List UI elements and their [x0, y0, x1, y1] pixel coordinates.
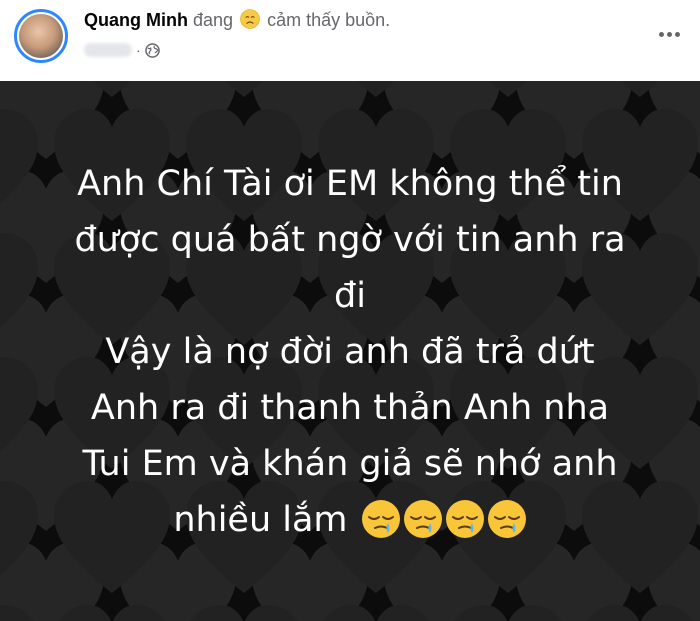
post-header: Quang Minh đang cảm thấy buồn. · — [0, 0, 700, 81]
post-line: nhiều lắm — [173, 500, 348, 540]
post-line: Anh ra đi thanh thản Anh nha — [90, 388, 610, 428]
post-text: Anh Chí Tài ơi EM không thể tin được quá… — [0, 156, 700, 548]
crying-sleepy-face-icon — [487, 500, 526, 538]
globe-icon[interactable] — [144, 42, 160, 58]
post-line: được quá bất ngờ với tin anh ra — [74, 220, 626, 260]
more-dot — [666, 31, 672, 37]
feeling-text[interactable]: cảm thấy buồn. — [267, 10, 390, 30]
meta-separator: · — [136, 42, 141, 58]
post-line: đi — [334, 276, 366, 316]
post-line: Vậy là nợ đời anh đã trả dứt — [105, 332, 595, 372]
feeling-prefix: đang — [193, 10, 234, 30]
author-name[interactable]: Quang Minh — [84, 10, 188, 30]
avatar-photo — [19, 14, 63, 58]
more-dot — [674, 31, 680, 37]
emoji-row — [359, 500, 527, 540]
post-background: Anh Chí Tài ơi EM không thể tin được quá… — [0, 81, 700, 621]
more-dot — [658, 31, 664, 37]
post-line: Tui Em và khán giả sẽ nhớ anh — [82, 444, 618, 484]
post-timestamp[interactable] — [84, 43, 132, 57]
sad-face-icon — [240, 9, 260, 29]
crying-sleepy-face-icon — [445, 500, 484, 538]
more-options-icon[interactable] — [654, 22, 684, 46]
crying-sleepy-face-icon — [361, 500, 400, 538]
post-meta: · — [84, 40, 160, 60]
post-line-last: nhiều lắm — [0, 492, 700, 548]
crying-sleepy-face-icon — [403, 500, 442, 538]
post-title-line: Quang Minh đang cảm thấy buồn. — [84, 9, 390, 31]
post-line: Anh Chí Tài ơi EM không thể tin — [77, 164, 623, 204]
avatar[interactable] — [14, 9, 68, 63]
